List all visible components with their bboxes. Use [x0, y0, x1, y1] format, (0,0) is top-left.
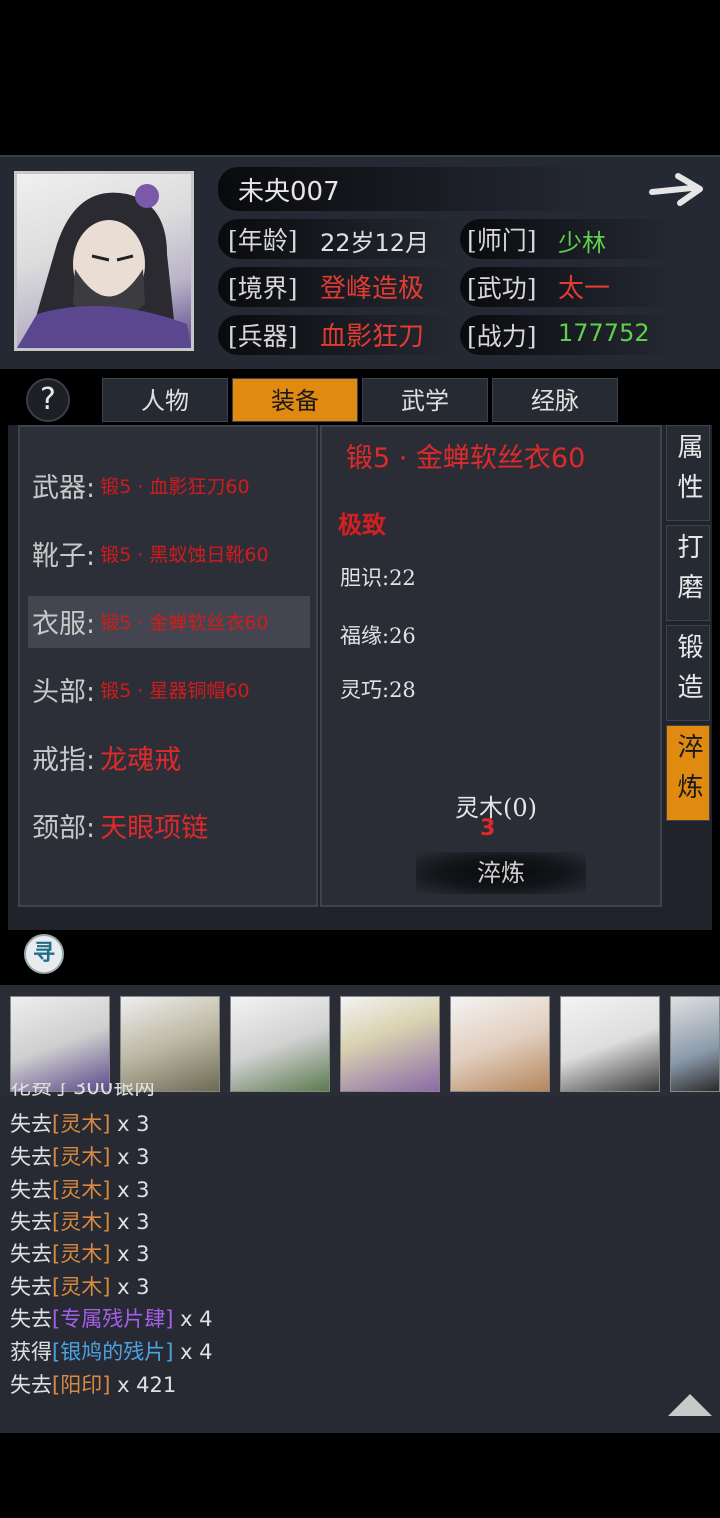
slot-head[interactable]: 头部: 锻5 · 星器铜帽60: [32, 670, 250, 709]
side-tab-polish[interactable]: 打磨: [666, 525, 710, 621]
companion-portrait[interactable]: [10, 996, 110, 1092]
companion-portrait[interactable]: [120, 996, 220, 1092]
slot-neck[interactable]: 颈部: 天眼项链: [32, 806, 208, 845]
slot-value: 锻5 · 血影狂刀60: [100, 476, 250, 498]
stat-agility: 灵巧:28: [340, 678, 416, 702]
slot-label: 衣服:: [32, 609, 96, 640]
weapon-label: [兵器]: [228, 322, 298, 351]
slot-weapon[interactable]: 武器: 锻5 · 血影狂刀60: [32, 466, 250, 505]
log-line: 失去[灵木] x 3: [10, 1178, 150, 1202]
slot-ring[interactable]: 戒指: 龙魂戒: [32, 738, 181, 777]
character-header: 未央007 [年龄] 22岁12月 [师门] 少林 [境界] 登峰造极 [武功]…: [0, 155, 720, 369]
log-line: 失去[灵木] x 3: [10, 1112, 150, 1136]
log-line: 失去[阳印] x 421: [10, 1373, 177, 1397]
character-name: 未央007: [238, 177, 340, 207]
slot-value: 锻5 · 星器铜帽60: [100, 680, 250, 702]
sect-value: 少林: [558, 229, 606, 257]
companion-portrait[interactable]: [560, 996, 660, 1092]
search-icon[interactable]: 寻: [24, 934, 64, 974]
slot-value: 天眼项链: [100, 813, 209, 844]
character-portrait[interactable]: [14, 171, 194, 351]
log-line-partial: 花费了300银两: [10, 1083, 156, 1097]
companion-portrait[interactable]: [450, 996, 550, 1092]
stat-courage: 胆识:22: [340, 566, 416, 590]
tab-character[interactable]: 人物: [102, 378, 228, 422]
side-tab-attributes[interactable]: 属性: [666, 425, 710, 521]
slot-label: 头部:: [32, 677, 96, 708]
companion-portrait[interactable]: [230, 996, 330, 1092]
slot-value: 锻5 · 黑蚁蚀日靴60: [100, 544, 269, 566]
slot-value: 锻5 · 金蝉软丝衣60: [100, 612, 269, 634]
power-label: [战力]: [467, 322, 537, 351]
portrait-image: [17, 184, 191, 348]
tab-meridians[interactable]: 经脉: [492, 378, 618, 422]
slot-label: 颈部:: [32, 813, 96, 844]
log-line: 获得[银鸠的残片] x 4: [10, 1340, 213, 1364]
log-line: 失去[灵木] x 3: [10, 1242, 150, 1266]
log-line: 失去[灵木] x 3: [10, 1145, 150, 1169]
skill-label: [武功]: [467, 274, 537, 303]
sect-label: [师门]: [467, 226, 537, 255]
item-title: 锻5 · 金蝉软丝衣60: [346, 443, 586, 474]
age-value: 22岁12月: [320, 229, 430, 257]
refine-button[interactable]: 淬炼: [416, 852, 586, 894]
log-line: 失去[灵木] x 3: [10, 1275, 150, 1299]
companion-portrait[interactable]: [340, 996, 440, 1092]
realm-label: [境界]: [228, 274, 298, 303]
material-cost: 3: [480, 816, 496, 841]
power-value: 177752: [558, 319, 650, 347]
slot-clothes[interactable]: 衣服: 锻5 · 金蝉软丝衣60: [32, 602, 269, 641]
skill-value: 太一: [558, 274, 611, 304]
help-button[interactable]: ?: [26, 378, 70, 422]
tab-equipment[interactable]: 装备: [232, 378, 358, 422]
slot-boots[interactable]: 靴子: 锻5 · 黑蚁蚀日靴60: [32, 534, 269, 573]
weapon-value: 血影狂刀: [320, 322, 425, 352]
log-line: 失去[灵木] x 3: [10, 1210, 150, 1234]
collapse-triangle-icon[interactable]: [668, 1394, 712, 1416]
stat-fortune: 福缘:26: [340, 624, 416, 648]
side-tab-forge[interactable]: 锻造: [666, 625, 710, 721]
side-tab-temper[interactable]: 淬炼: [666, 725, 710, 821]
slot-label: 武器:: [32, 473, 96, 504]
item-grade: 极致: [338, 510, 386, 539]
slot-label: 靴子:: [32, 541, 96, 572]
refine-button-label: 淬炼: [477, 859, 525, 887]
age-label: [年龄]: [228, 226, 298, 255]
companion-portrait[interactable]: [670, 996, 720, 1092]
realm-value: 登峰造极: [320, 274, 425, 304]
slot-label: 戒指:: [32, 745, 96, 776]
log-line: 失去[专属残片肆] x 4: [10, 1307, 213, 1331]
slot-value: 龙魂戒: [100, 745, 182, 776]
next-arrow-icon[interactable]: [648, 171, 706, 209]
material-label: 灵木(0): [455, 794, 537, 822]
tab-martial-arts[interactable]: 武学: [362, 378, 488, 422]
